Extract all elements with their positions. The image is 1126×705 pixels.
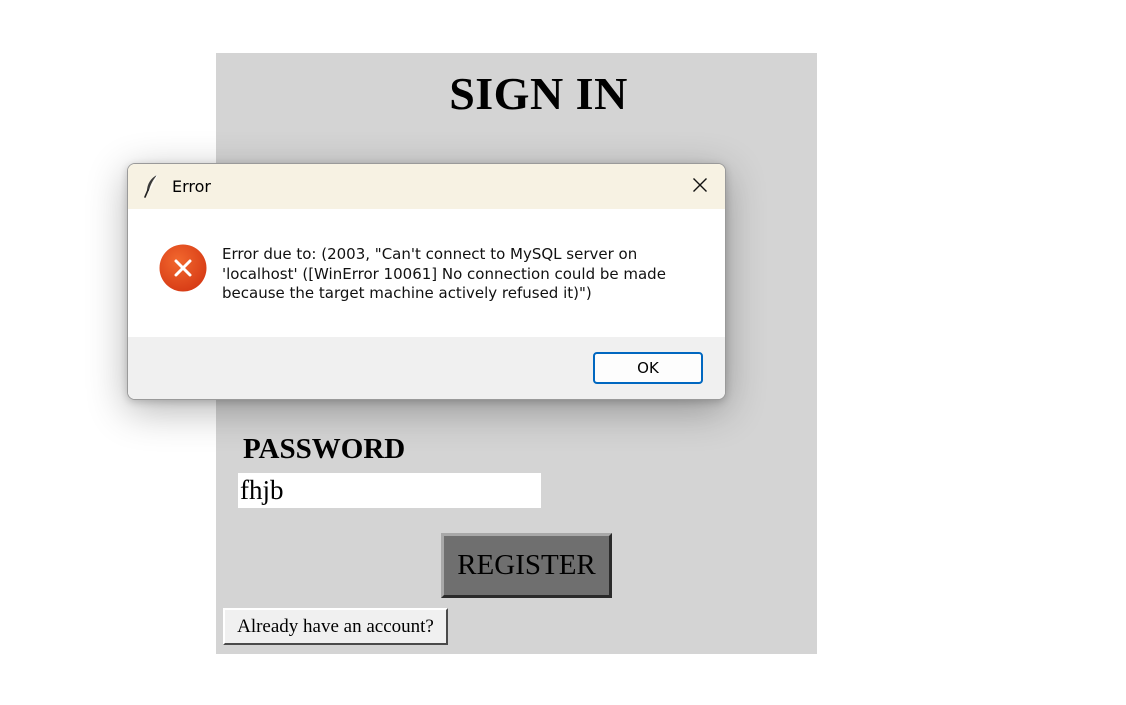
dialog-title: Error xyxy=(172,177,211,196)
close-button[interactable] xyxy=(675,164,725,209)
error-dialog: Error Error due to: (2003, "Can't connec… xyxy=(127,163,726,400)
error-icon xyxy=(159,244,207,292)
close-icon xyxy=(692,177,708,197)
dialog-body: Error due to: (2003, "Can't connect to M… xyxy=(128,209,725,337)
feather-icon xyxy=(142,174,162,198)
register-button[interactable]: REGISTER xyxy=(441,533,612,598)
dialog-titlebar[interactable]: Error xyxy=(128,164,725,209)
page-title: SIGN IN xyxy=(449,68,628,119)
already-have-account-button[interactable]: Already have an account? xyxy=(223,608,448,645)
ok-button[interactable]: OK xyxy=(593,352,703,384)
error-message: Error due to: (2003, "Can't connect to M… xyxy=(222,245,666,302)
dialog-footer: OK xyxy=(128,337,725,399)
password-field[interactable] xyxy=(238,473,541,508)
password-label: PASSWORD xyxy=(243,433,406,465)
